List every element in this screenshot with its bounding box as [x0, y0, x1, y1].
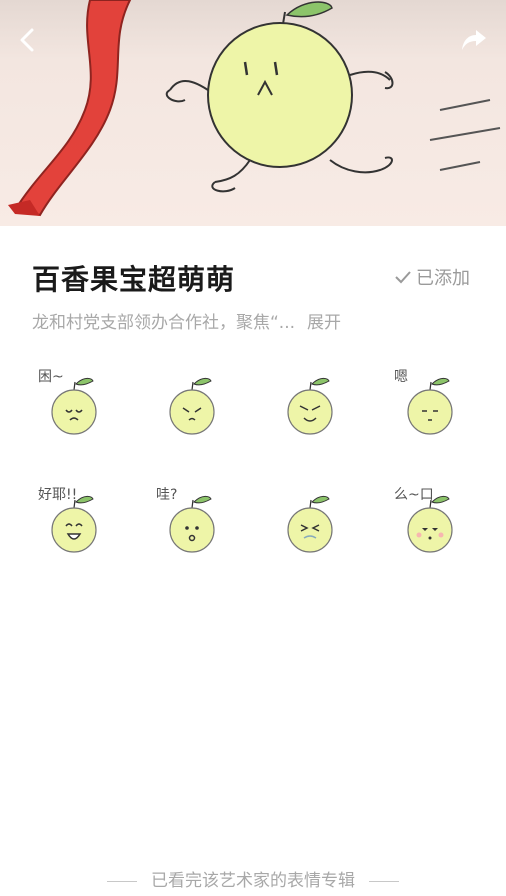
sticker-image: [287, 377, 333, 435]
sticker-image: [287, 495, 333, 553]
sticker-item[interactable]: [264, 478, 354, 568]
passion-fruit-illustration: [8, 0, 501, 217]
sticker-caption: 哇?: [156, 487, 178, 503]
checkmark-icon: [395, 271, 411, 284]
divider-left: [107, 880, 137, 882]
sticker-caption: 么~口: [394, 487, 434, 503]
sticker-item[interactable]: 哇?: [146, 478, 236, 568]
description-text: 龙和村党支部领办合作社，聚焦“...: [32, 313, 296, 333]
sticker-item[interactable]: [264, 360, 354, 450]
divider-right: [369, 880, 399, 882]
back-button[interactable]: [10, 22, 46, 58]
share-arrow-icon: [462, 30, 486, 50]
chevron-left-icon: [20, 28, 34, 52]
sticker-caption: 困~: [38, 369, 64, 385]
added-label: 已添加: [416, 268, 470, 289]
end-of-album-footer: 已看完该艺术家的表情专辑: [0, 866, 506, 891]
banner-image: [0, 0, 506, 226]
sticker-caption: 好耶!!: [38, 487, 78, 503]
sticker-item[interactable]: [146, 360, 236, 450]
share-button[interactable]: [456, 22, 492, 58]
expand-link[interactable]: 展开: [307, 313, 341, 333]
sticker-image: [169, 377, 215, 435]
pack-description: 龙和村党支部领办合作社，聚焦“... 展开: [32, 308, 341, 333]
sticker-item[interactable]: 困~: [28, 360, 118, 450]
sticker-item[interactable]: 嗯: [384, 360, 474, 450]
sticker-item[interactable]: 么~口: [384, 478, 474, 568]
footer-text: 已看完该艺术家的表情专辑: [151, 871, 355, 891]
added-status[interactable]: 已添加: [394, 264, 470, 290]
sticker-item[interactable]: 好耶!!: [28, 478, 118, 568]
pack-title: 百香果宝超萌萌: [32, 263, 236, 296]
sticker-caption: 嗯: [394, 369, 408, 385]
